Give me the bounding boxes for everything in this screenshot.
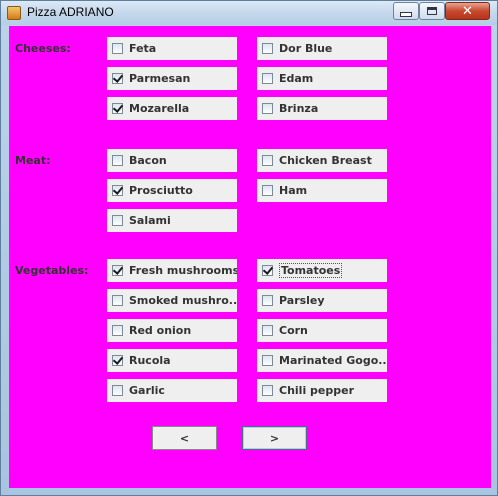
minimize-icon: [400, 11, 412, 17]
close-icon: ✕: [462, 3, 473, 19]
checkbox-feta[interactable]: Feta: [107, 37, 237, 60]
maximize-icon: [427, 7, 437, 15]
checkbox-edam[interactable]: Edam: [257, 67, 387, 90]
previous-button[interactable]: <: [152, 426, 217, 450]
checkbox-box: [112, 43, 123, 54]
checkbox-box: [262, 43, 273, 54]
checkbox-box: [262, 355, 273, 366]
checkbox-box: [112, 103, 123, 114]
checkbox-box: [112, 355, 123, 366]
checkbox-salami[interactable]: Salami: [107, 209, 237, 232]
checkbox-chicken-breast[interactable]: Chicken Breast: [257, 149, 387, 172]
checkbox-box: [262, 295, 273, 306]
meat-label: Meat:: [15, 154, 51, 167]
window-title: Pizza ADRIANO: [27, 5, 114, 19]
app-window: Pizza ADRIANO ✕ Cheeses: Meat: Vegetable…: [0, 0, 498, 496]
close-button[interactable]: ✕: [445, 2, 490, 20]
vegetables-label: Vegetables:: [15, 264, 89, 277]
checkbox-box: [262, 73, 273, 84]
checkbox-box: [112, 215, 123, 226]
checkbox-parsley[interactable]: Parsley: [257, 289, 387, 312]
checkbox-box: [112, 155, 123, 166]
checkbox-box: [262, 185, 273, 196]
next-button[interactable]: >: [242, 426, 307, 450]
checkbox-dor-blue[interactable]: Dor Blue: [257, 37, 387, 60]
checkbox-mozarella[interactable]: Mozarella: [107, 97, 237, 120]
checkbox-box: [262, 103, 273, 114]
checkbox-parmesan[interactable]: Parmesan: [107, 67, 237, 90]
checkbox-chili-pepper[interactable]: Chili pepper: [257, 379, 387, 402]
checkbox-ham[interactable]: Ham: [257, 179, 387, 202]
checkbox-box: [262, 385, 273, 396]
checkbox-box: [112, 73, 123, 84]
checkbox-garlic[interactable]: Garlic: [107, 379, 237, 402]
checkbox-red-onion[interactable]: Red onion: [107, 319, 237, 342]
content-panel: Cheeses: Meat: Vegetables: Feta Dor Blue…: [9, 26, 491, 488]
checkbox-marinated-gogoshary[interactable]: Marinated Gogo...: [257, 349, 387, 372]
checkbox-smoked-mushrooms[interactable]: Smoked mushro...: [107, 289, 237, 312]
minimize-button[interactable]: [393, 2, 419, 20]
checkbox-corn[interactable]: Corn: [257, 319, 387, 342]
checkbox-box: [112, 325, 123, 336]
checkbox-box: [262, 325, 273, 336]
checkbox-fresh-mushrooms[interactable]: Fresh mushrooms: [107, 259, 237, 282]
checkbox-box: [262, 155, 273, 166]
checkbox-box: [262, 265, 273, 276]
title-bar[interactable]: Pizza ADRIANO ✕: [1, 1, 497, 25]
checkbox-tomatoes[interactable]: Tomatoes: [257, 259, 387, 282]
maximize-button[interactable]: [419, 2, 445, 20]
java-app-icon: [7, 6, 21, 20]
checkbox-box: [112, 385, 123, 396]
checkbox-box: [112, 295, 123, 306]
checkbox-box: [112, 185, 123, 196]
cheeses-label: Cheeses:: [15, 42, 71, 55]
checkbox-brinza[interactable]: Brinza: [257, 97, 387, 120]
checkbox-rucola[interactable]: Rucola: [107, 349, 237, 372]
checkbox-bacon[interactable]: Bacon: [107, 149, 237, 172]
checkbox-prosciutto[interactable]: Prosciutto: [107, 179, 237, 202]
checkbox-box: [112, 265, 123, 276]
